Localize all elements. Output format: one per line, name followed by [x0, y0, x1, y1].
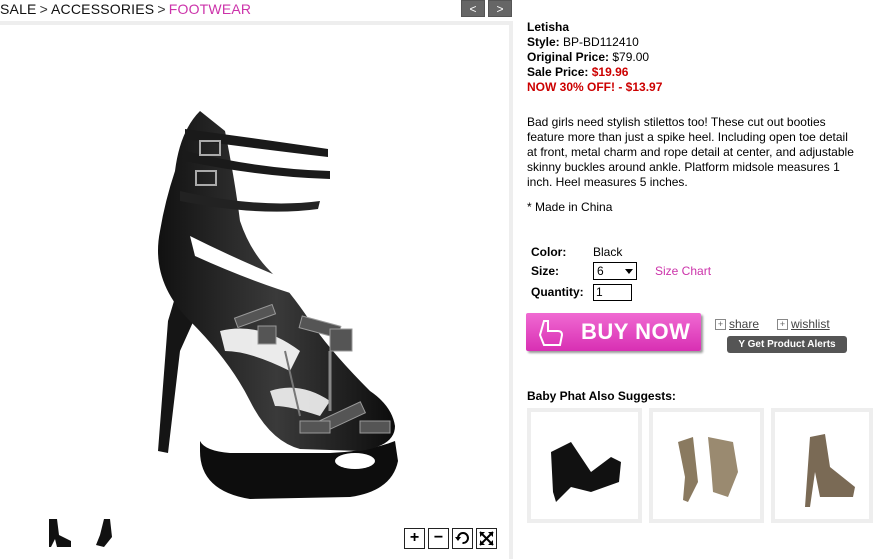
suggested-product[interactable]	[771, 408, 873, 523]
buy-now-button[interactable]: BUY NOW	[526, 313, 701, 351]
get-product-alerts-button[interactable]: Y Get Product Alerts	[727, 336, 847, 353]
product-image	[158, 111, 398, 499]
prev-product-button[interactable]: <	[461, 0, 485, 17]
wishlist-label: wishlist	[791, 317, 830, 331]
buy-now-label: BUY NOW	[581, 319, 691, 344]
style-label: Style:	[527, 35, 560, 49]
suggested-product-image	[678, 437, 738, 502]
plus-icon: +	[715, 319, 726, 331]
quantity-input[interactable]: 1	[593, 284, 632, 301]
size-select[interactable]: 6	[593, 262, 637, 280]
breadcrumb: SALE > ACCESSORIES > FOOTWEAR	[0, 1, 251, 17]
alerts-label: Get Product Alerts	[747, 339, 836, 350]
filter-icon: Y	[738, 339, 748, 350]
thumbnail-side-view[interactable]	[45, 515, 73, 549]
original-price-label: Original Price:	[527, 50, 610, 64]
product-info: Letisha Style: BP-BD112410 Original Pric…	[527, 20, 867, 95]
suggestions-title: Baby Phat Also Suggests:	[527, 389, 676, 403]
sale-price-label: Sale Price:	[527, 65, 589, 79]
wishlist-link[interactable]: + wishlist	[777, 317, 830, 331]
chevron-down-icon	[625, 269, 633, 274]
breadcrumb-separator: >	[39, 1, 48, 17]
breadcrumb-sale[interactable]: SALE	[0, 1, 37, 17]
made-in: * Made in China	[527, 200, 613, 214]
original-price: $79.00	[612, 50, 650, 64]
color-label: Color:	[531, 245, 567, 259]
next-product-button[interactable]: >	[488, 0, 512, 17]
color-value: Black	[593, 245, 623, 259]
product-image-viewer[interactable]: + −	[0, 21, 513, 559]
rotate-icon[interactable]	[452, 528, 473, 549]
share-link[interactable]: + share	[715, 317, 759, 331]
size-chart-link[interactable]: Size Chart	[655, 264, 711, 278]
zoom-out-button[interactable]: −	[428, 528, 449, 549]
breadcrumb-current: FOOTWEAR	[168, 1, 252, 17]
size-value: 6	[597, 264, 604, 278]
quantity-label: Quantity:	[531, 285, 584, 299]
breadcrumb-accessories[interactable]: ACCESSORIES	[51, 1, 154, 17]
zoom-in-button[interactable]: +	[404, 528, 425, 549]
suggested-product[interactable]	[649, 408, 764, 523]
style-value: BP-BD112410	[563, 35, 639, 49]
plus-icon: +	[777, 319, 788, 331]
share-label: share	[729, 317, 760, 331]
size-label: Size:	[531, 264, 560, 278]
suggested-product[interactable]	[527, 408, 642, 523]
fullscreen-icon[interactable]	[476, 528, 497, 549]
suggested-product-image	[551, 442, 621, 502]
breadcrumb-separator: >	[157, 1, 166, 17]
product-description: Bad girls need stylish stilettos too! Th…	[527, 115, 854, 189]
thumbnail-back-view[interactable]	[90, 515, 118, 549]
product-name: Letisha	[527, 20, 570, 34]
sale-price: $19.96	[591, 65, 629, 79]
discount-text: NOW 30% OFF! - $13.97	[527, 80, 663, 94]
suggested-product-image	[805, 434, 855, 507]
hand-pointer-icon	[538, 320, 564, 346]
